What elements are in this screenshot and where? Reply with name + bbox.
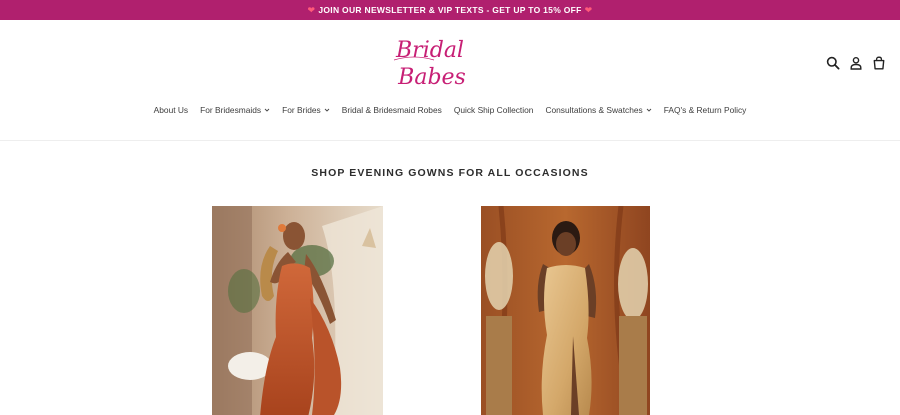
nav-item-label: FAQ's & Return Policy [663,105,747,115]
search-icon[interactable] [826,56,840,70]
nav-item-quick-ship[interactable]: Quick Ship Collection [454,105,534,115]
heart-icon: ❤ [584,4,593,15]
nav-item-consultations[interactable]: Consultations & Swatches [545,105,652,115]
account-icon[interactable] [849,56,863,70]
nav-item-label: Consultations & Swatches [545,105,643,115]
nav-item-label: For Brides [282,105,321,115]
header-divider [0,140,900,141]
nav-item-label: About Us [153,105,189,115]
logo-line-1: Bridal [395,38,464,63]
nav-item-robes[interactable]: Bridal & Bridesmaid Robes [342,105,442,115]
main-nav: About Us For Bridesmaids For Brides Brid… [0,105,900,115]
cart-icon[interactable] [872,56,886,70]
nav-item-label: Quick Ship Collection [453,105,534,115]
announcement-bar[interactable]: ❤ JOIN OUR NEWSLETTER & VIP TEXTS - GET … [0,0,900,20]
logo-line-2: Babes [397,65,466,90]
product-image-orange-gown[interactable] [212,206,383,415]
nav-item-label: Bridal & Bridesmaid Robes [341,105,442,115]
chevron-down-icon [264,108,270,112]
brand-logo[interactable]: Bridal Babes [380,32,480,94]
nav-item-faq[interactable]: FAQ's & Return Policy [664,105,747,115]
chevron-down-icon [646,108,652,112]
heart-icon: ❤ [307,4,316,15]
product-image-champagne-gown[interactable] [481,206,650,415]
section-title: SHOP EVENING GOWNS FOR ALL OCCASIONS [311,167,589,179]
announcement-text: JOIN OUR NEWSLETTER & VIP TEXTS - GET UP… [318,5,582,15]
nav-item-label: For Bridesmaids [200,105,262,115]
nav-item-for-brides[interactable]: For Brides [282,105,330,115]
nav-item-about-us[interactable]: About Us [154,105,188,115]
nav-item-for-bridesmaids[interactable]: For Bridesmaids [200,105,270,115]
chevron-down-icon [324,108,330,112]
